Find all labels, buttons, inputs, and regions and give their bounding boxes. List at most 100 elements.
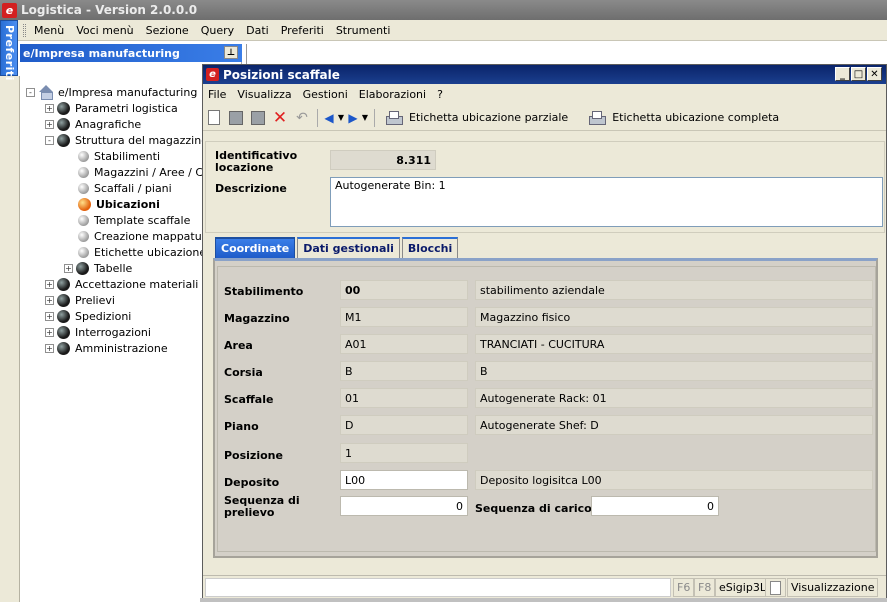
tree-item[interactable]: + Spedizioni [45, 308, 131, 324]
tree-item[interactable]: + Prelievi [45, 292, 115, 308]
tree-root-label: e/Impresa manufacturing [58, 85, 198, 99]
tree-item[interactable]: Template scaffale [64, 212, 190, 228]
tree-item-label: Prelievi [75, 293, 115, 307]
dialog-logo-icon: e [206, 68, 219, 81]
tree-header-title: e/Impresa manufacturing [23, 46, 180, 60]
coordinate-tab-panel: Stabilimento 00 stabilimento aziendale M… [213, 258, 878, 558]
location-header-form: Identificativo locazione 8.311 Descrizio… [205, 141, 885, 233]
close-icon[interactable]: ✕ [867, 67, 882, 81]
printer-icon[interactable] [385, 110, 403, 125]
deposito-code-input[interactable]: L00 [340, 470, 468, 490]
menu-sezione[interactable]: Sezione [146, 24, 189, 37]
tree-item[interactable]: Etichette ubicazione [64, 244, 206, 260]
dialog-menu-gestioni[interactable]: Gestioni [303, 88, 348, 101]
tab-coordinate[interactable]: Coordinate [215, 237, 296, 258]
tab-dati-gestionali[interactable]: Dati gestionali [297, 237, 400, 258]
tree-item[interactable]: + Interrogazioni [45, 324, 151, 340]
selected-node-icon [78, 197, 91, 211]
app-logo-icon: e [2, 2, 17, 18]
menu-query[interactable]: Query [201, 24, 234, 37]
collapse-icon[interactable]: - [45, 135, 54, 145]
folder-node-icon [57, 325, 70, 339]
piano-desc-field: Autogenerate Shef: D [475, 415, 873, 435]
dialog-tabs: Coordinate Dati gestionali Blocchi [215, 237, 460, 259]
status-mode-box [765, 578, 786, 597]
tree-item[interactable]: Magazzini / Aree / Co [64, 164, 210, 180]
tree-item[interactable]: Scaffali / piani [64, 180, 172, 196]
maximize-icon[interactable]: □ [851, 67, 866, 81]
print-full-label-button[interactable]: Etichetta ubicazione completa [612, 111, 779, 124]
save-icon[interactable] [225, 107, 247, 129]
tree-item[interactable]: + Accettazione materiali [45, 276, 198, 292]
menu-voci-menu[interactable]: Voci menù [76, 24, 133, 37]
dialog-title: Posizioni scaffale [223, 67, 340, 82]
id-location-label: Identificativo locazione [215, 149, 298, 174]
menu-preferiti[interactable]: Preferiti [281, 24, 324, 37]
leaf-node-icon [78, 166, 89, 178]
posizioni-scaffale-dialog: e Posizioni scaffale _ □ ✕ File Visualiz… [202, 64, 887, 599]
magazzino-code-field: M1 [340, 307, 468, 327]
print-partial-label-button[interactable]: Etichetta ubicazione parziale [409, 111, 568, 124]
tree-item[interactable]: Stabilimenti [64, 148, 160, 164]
previous-icon[interactable]: ◀ [322, 107, 336, 129]
app-menu-bar: Menù Voci menù Sezione Query Dati Prefer… [0, 20, 887, 41]
tree-item-label: Accettazione materiali [75, 277, 199, 291]
menubar-grip-icon[interactable] [23, 24, 26, 37]
tree-panel-header: e/Impresa manufacturing ⊥ [20, 44, 242, 62]
expand-icon[interactable]: + [45, 279, 54, 289]
expand-icon[interactable]: + [45, 295, 54, 305]
folder-node-icon [76, 261, 89, 275]
collapse-icon[interactable]: - [26, 87, 35, 97]
tree-item[interactable]: - Struttura del magazzino [45, 132, 208, 148]
tree-item-label: Anagrafiche [75, 117, 142, 131]
new-document-icon[interactable] [203, 107, 225, 129]
expand-icon[interactable]: + [45, 343, 54, 353]
magazzino-label: Magazzino [224, 312, 290, 325]
tree-item[interactable]: Creazione mappatura [64, 228, 213, 244]
tree-item-label: Scaffali / piani [94, 181, 172, 195]
tree-item-label: Magazzini / Aree / Co [94, 165, 210, 179]
pin-icon[interactable]: ⊥ [224, 46, 238, 59]
tree-root[interactable]: - e/Impresa manufacturing [26, 84, 197, 100]
save-close-icon[interactable] [247, 107, 269, 129]
dialog-menu-help[interactable]: ? [437, 88, 443, 101]
tree-item[interactable]: Ubicazioni [64, 196, 160, 212]
tree-item[interactable]: + Amministrazione [45, 340, 168, 356]
description-field[interactable]: Autogenerate Bin: 1 [330, 177, 883, 227]
dialog-menu-file[interactable]: File [208, 88, 226, 101]
left-dock-strip [0, 76, 20, 602]
expand-icon[interactable]: + [45, 327, 54, 337]
expand-icon[interactable]: + [45, 311, 54, 321]
dialog-menu-elaborazioni[interactable]: Elaborazioni [359, 88, 426, 101]
corsia-label: Corsia [224, 366, 263, 379]
tree-item-label: Amministrazione [75, 341, 168, 355]
menu-strumenti[interactable]: Strumenti [336, 24, 391, 37]
f6-key-indicator[interactable]: F6 [673, 578, 695, 597]
undo-icon[interactable]: ↶ [291, 107, 313, 129]
seq-carico-input[interactable]: 0 [591, 496, 719, 516]
tree-item-label: Template scaffale [94, 213, 191, 227]
area-desc-field: TRANCIATI - CUCITURA [475, 334, 873, 354]
minimize-icon[interactable]: _ [835, 67, 850, 81]
expand-icon[interactable]: + [45, 119, 54, 129]
dialog-menu-visualizza[interactable]: Visualizza [237, 88, 291, 101]
tree-item[interactable]: + Anagrafiche [45, 116, 141, 132]
printer-icon[interactable] [588, 110, 607, 125]
preferiti-side-tab[interactable]: Preferiti [0, 20, 18, 81]
next-dropdown-icon[interactable]: ▼ [360, 107, 370, 129]
tree-item[interactable]: + Tabelle [64, 260, 132, 276]
expand-icon[interactable]: + [45, 103, 54, 113]
folder-node-icon [57, 277, 70, 291]
menu-menu[interactable]: Menù [34, 24, 64, 37]
tree-item[interactable]: + Parametri logistica [45, 100, 178, 116]
previous-dropdown-icon[interactable]: ▼ [336, 107, 346, 129]
menu-dati[interactable]: Dati [246, 24, 269, 37]
posizione-field: 1 [340, 443, 468, 463]
f8-key-indicator[interactable]: F8 [694, 578, 716, 597]
expand-icon[interactable]: + [64, 263, 73, 273]
seq-prelievo-input[interactable]: 0 [340, 496, 468, 516]
tree-item-label: Stabilimenti [94, 149, 161, 163]
delete-icon[interactable]: ✕ [269, 107, 291, 129]
tab-blocchi[interactable]: Blocchi [401, 237, 459, 258]
next-icon[interactable]: ▶ [346, 107, 360, 129]
